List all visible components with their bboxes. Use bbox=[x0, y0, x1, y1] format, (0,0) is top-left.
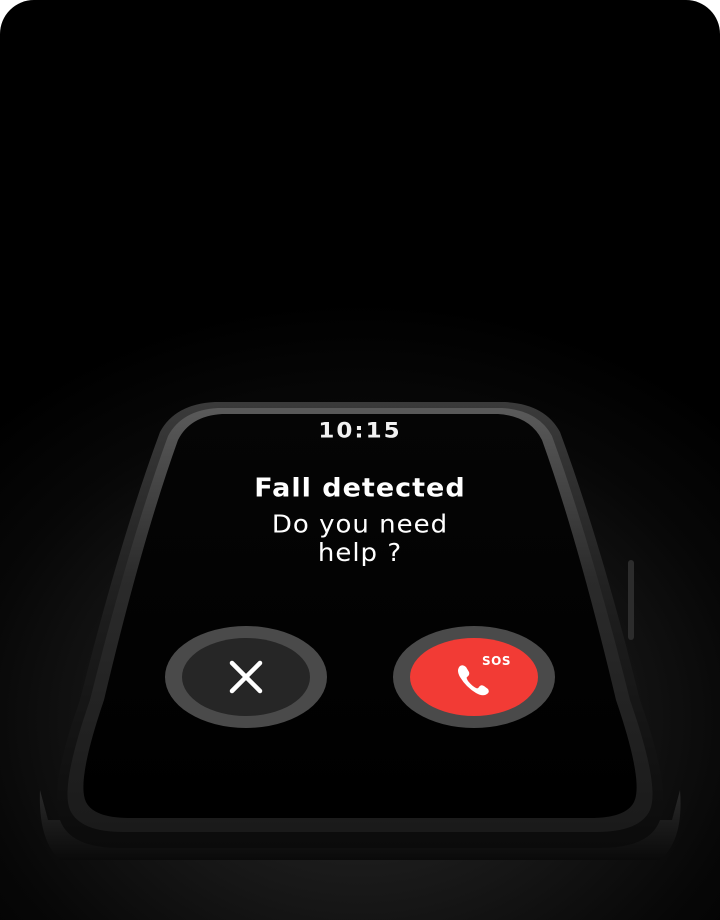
question-line-2: help ? bbox=[317, 539, 403, 568]
sos-call-button[interactable]: SOS bbox=[393, 626, 555, 728]
sos-button-face[interactable]: SOS bbox=[410, 638, 538, 716]
alert-question: Do you need help ? bbox=[170, 511, 550, 568]
clock-time: 10:15 bbox=[318, 419, 402, 443]
dismiss-button-face[interactable] bbox=[182, 638, 310, 716]
close-icon bbox=[229, 660, 263, 694]
product-render-background: 10:15 Fall detected Do you need help ? S… bbox=[0, 0, 720, 920]
dismiss-button[interactable] bbox=[165, 626, 327, 728]
alert-title: Fall detected bbox=[254, 473, 466, 504]
question-line-1: Do you need bbox=[271, 510, 449, 540]
sos-label: SOS bbox=[482, 654, 511, 668]
watch-ui: 10:15 Fall detected Do you need help ? S… bbox=[0, 0, 720, 920]
